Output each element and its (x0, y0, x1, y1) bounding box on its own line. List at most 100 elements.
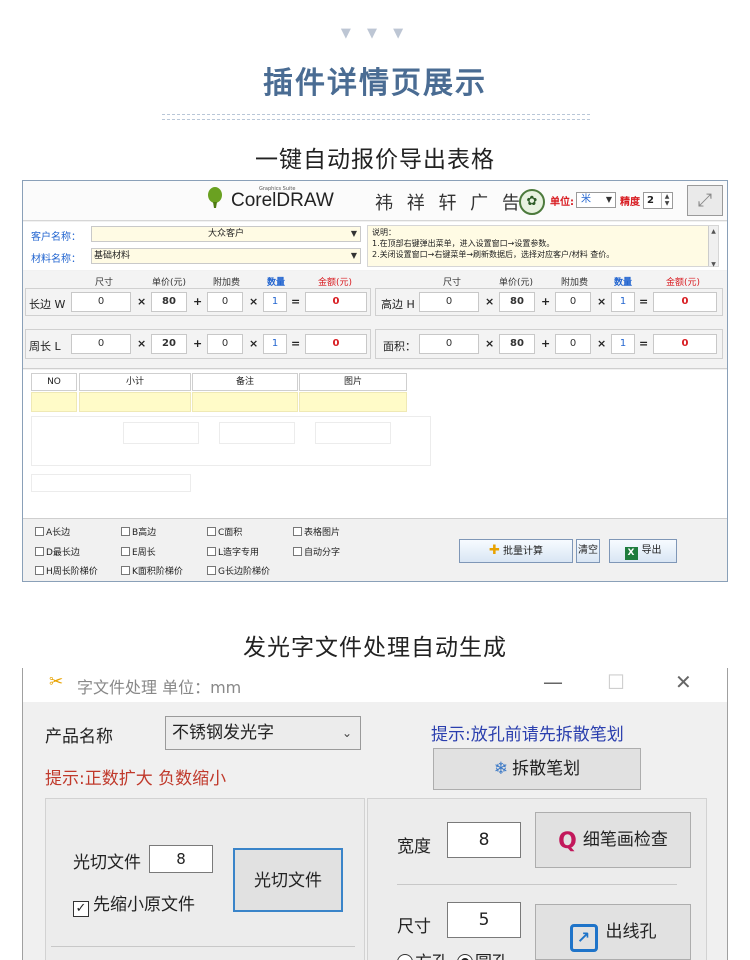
checkbox-h-perimeter-tier[interactable]: H周长阶梯价 (35, 564, 98, 577)
chevron-down-icon: ▼ (350, 229, 357, 238)
material-value: 基础材料 (94, 251, 131, 261)
unit-select[interactable]: 米 ▼ (576, 192, 616, 208)
note-scrollbar[interactable]: ▲ ▼ (708, 226, 718, 268)
column-no[interactable]: NO (31, 373, 77, 391)
times-sign: × (137, 337, 147, 350)
section-heading-quote: 一键自动报价导出表格 (255, 147, 495, 173)
chevron-down-icon: ▼ (605, 195, 612, 204)
radio-round-hole[interactable]: 圆孔 (457, 948, 509, 960)
perim-l-label: 周长 L (29, 340, 61, 353)
material-select[interactable]: 基础材料 ▼ (91, 248, 361, 264)
title-divider-2 (162, 119, 590, 120)
spin-arrows-icon[interactable]: ▲ ▼ (661, 193, 672, 208)
shrink-original-checkbox[interactable]: ✓ 先缩小原文件 (73, 890, 195, 917)
export-button[interactable]: X 导出 (609, 539, 677, 563)
checkbox-auto-split[interactable]: 自动分字 (293, 545, 340, 558)
precision-label: 精度 (620, 197, 640, 208)
area-price-input[interactable]: 80 (499, 334, 535, 354)
customer-select[interactable]: 大众客户 ▼ (91, 226, 361, 242)
times-sign: × (249, 337, 259, 350)
long-w-qty-input[interactable]: 1 (263, 292, 287, 312)
column-image[interactable]: 图片 (299, 373, 407, 391)
thin-stroke-check-label: 细笔画检查 (582, 830, 668, 850)
material-label: 材料名称： (31, 254, 81, 265)
batch-calc-label: 批量计算 (502, 546, 543, 557)
perim-l-size-input[interactable]: 0 (71, 334, 131, 354)
laser-file-button[interactable]: 光切文件 (233, 848, 343, 912)
faded-background-button (219, 422, 295, 444)
high-h-amount: 0 (653, 292, 717, 312)
thin-stroke-check-button[interactable]: Q 细笔画检查 (535, 812, 691, 868)
note-line-2: 2.关闭设置窗口→右键菜单→刷新数据后，选择对应客户/材料 查价。 (372, 250, 615, 259)
split-strokes-button[interactable]: ❄ 拆散笔划 (433, 748, 641, 790)
checkbox-a-long-side[interactable]: A长边 (35, 525, 70, 538)
note-line-1: 1.在顶部右键弹出菜单，进入设置窗口→设置参数。 (372, 239, 555, 248)
long-w-extra-input[interactable]: 0 (207, 292, 243, 312)
page-title: 插件详情页展示 (263, 66, 487, 101)
checkbox-label: G长边阶梯价 (218, 567, 270, 577)
checkbox-e-perimeter[interactable]: E周长 (121, 545, 156, 558)
high-h-size-input[interactable]: 0 (419, 292, 479, 312)
table-cell[interactable] (79, 392, 191, 412)
high-h-extra-input[interactable]: 0 (555, 292, 591, 312)
table-cell[interactable] (299, 392, 407, 412)
perim-l-extra-input[interactable]: 0 (207, 334, 243, 354)
laser-offset-input[interactable]: 8 (149, 845, 213, 873)
area-size-input[interactable]: 0 (419, 334, 479, 354)
table-cell[interactable] (192, 392, 298, 412)
high-h-qty-input[interactable]: 1 (611, 292, 635, 312)
instructions-note: 说明： 1.在顶部右键弹出菜单，进入设置窗口→设置参数。 2.关闭设置窗口→右键… (367, 225, 719, 268)
checkbox-c-area[interactable]: C面积 (207, 525, 242, 538)
glow-text-plugin-window: ✂ 字文件处理 单位：mm — ☐ ✕ 产品名称 不锈钢发光字 ⌄ 提示:正数扩… (22, 668, 728, 960)
high-h-label: 高边 H (381, 298, 415, 311)
checkbox-table-image[interactable]: 表格图片 (293, 525, 340, 538)
perim-l-price-input[interactable]: 20 (151, 334, 187, 354)
column-remark[interactable]: 备注 (192, 373, 298, 391)
checkbox-d-longest-side[interactable]: D最长边 (35, 545, 80, 558)
width-input[interactable]: 8 (447, 822, 521, 858)
checkbox-g-long-tier[interactable]: G长边阶梯价 (207, 564, 270, 577)
size-input[interactable]: 5 (447, 902, 521, 938)
long-w-size-input[interactable]: 0 (71, 292, 131, 312)
checkbox-l-char-only[interactable]: L造字专用 (207, 545, 259, 558)
faded-background-tab (31, 474, 191, 492)
minimize-icon[interactable]: — (543, 670, 563, 694)
checkbox-label: H周长阶梯价 (46, 567, 98, 577)
product-select[interactable]: 不锈钢发光字 ⌄ (165, 716, 361, 750)
unit-value: 米 (581, 194, 591, 205)
long-w-price-input[interactable]: 80 (151, 292, 187, 312)
radio-square-hole[interactable]: 方孔 (397, 948, 449, 960)
faded-background-button (315, 422, 391, 444)
checkbox-label: 表格图片 (304, 528, 341, 538)
radio-round-label: 圆孔 (475, 953, 509, 960)
hint-split-first: 提示:放孔前请先拆散笔划 (431, 725, 624, 745)
company-logo-text: 祎 祥 轩 广 告 (375, 193, 524, 214)
batch-calc-button[interactable]: ✚ 批量计算 (459, 539, 573, 563)
checkbox-b-high-side[interactable]: B高边 (121, 525, 156, 538)
column-subtotal[interactable]: 小计 (79, 373, 191, 391)
window-title: 字文件处理 单位：mm (77, 678, 242, 697)
perim-l-qty-input[interactable]: 1 (263, 334, 287, 354)
close-icon[interactable]: ✕ (675, 670, 692, 694)
outline-hole-button[interactable]: ↗ 出线孔 (535, 904, 691, 960)
product-name-label: 产品名称 (45, 727, 113, 747)
options-bar: A长边 B高边 C面积 表格图片 D最长边 E周长 L造字专用 自动分字 H周长… (23, 518, 727, 581)
chevron-down-icon: ⌄ (341, 726, 352, 740)
precision-stepper[interactable]: 2 ▲ ▼ (643, 192, 673, 209)
clear-button[interactable]: 清空 (576, 539, 600, 563)
times-sign: × (137, 295, 147, 308)
area-amount: 0 (653, 334, 717, 354)
expand-button[interactable]: ⤢ (687, 185, 723, 216)
header-qty: 数量 (267, 278, 286, 288)
radio-selected-icon (457, 954, 473, 960)
checkbox-k-area-tier[interactable]: K面积阶梯价 (121, 564, 183, 577)
area-extra-input[interactable]: 0 (555, 334, 591, 354)
high-h-price-input[interactable]: 80 (499, 292, 535, 312)
checkbox-label: 自动分字 (304, 548, 341, 558)
long-w-amount: 0 (305, 292, 367, 312)
table-cell[interactable] (31, 392, 77, 412)
quote-table: NO 小计 备注 图片 (23, 370, 727, 518)
area-qty-input[interactable]: 1 (611, 334, 635, 354)
header-qty-right: 数量 (614, 278, 633, 288)
size-label: 尺寸 (397, 917, 431, 937)
